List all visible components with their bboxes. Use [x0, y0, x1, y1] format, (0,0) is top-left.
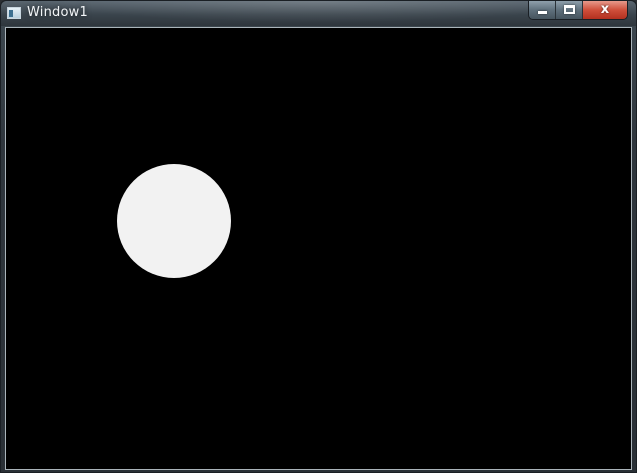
maximize-icon: [564, 5, 575, 14]
window-title: Window1: [27, 5, 88, 20]
close-button[interactable]: x: [583, 1, 627, 19]
main-window: Window1 x: [0, 0, 637, 473]
title-bar[interactable]: Window1 x: [1, 1, 636, 26]
minimize-button[interactable]: [529, 1, 556, 19]
maximize-button[interactable]: [556, 1, 583, 19]
white-circle: [117, 164, 231, 278]
window-app-icon[interactable]: [7, 7, 21, 19]
minimize-icon: [538, 11, 547, 14]
drawing-canvas[interactable]: [5, 27, 632, 470]
close-icon: x: [600, 2, 610, 17]
caption-buttons: x: [528, 1, 628, 20]
